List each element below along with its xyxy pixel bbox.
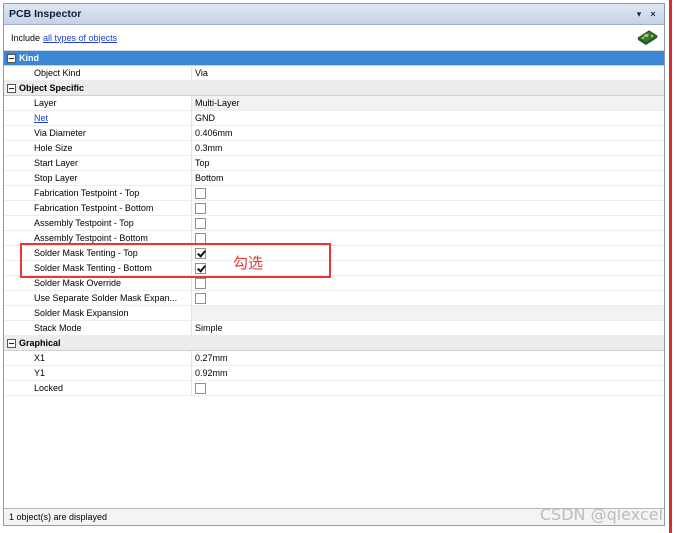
collapse-graphical-icon[interactable] <box>7 338 16 348</box>
property-value[interactable]: 0.3mm <box>192 141 664 155</box>
property-name: Solder Mask Override <box>4 276 192 290</box>
collapse-object-specific-icon[interactable] <box>7 83 16 93</box>
property-name: Fabrication Testpoint - Bottom <box>4 201 192 215</box>
property-value[interactable]: Bottom <box>192 171 664 185</box>
property-value[interactable]: 0.92mm <box>192 366 664 380</box>
property-row-locked[interactable]: Locked <box>4 381 664 396</box>
category-graphical[interactable]: Graphical <box>4 336 664 351</box>
property-value[interactable] <box>192 306 664 320</box>
property-row-fab-testpoint-bottom[interactable]: Fabrication Testpoint - Bottom <box>4 201 664 216</box>
asm-testpoint-bottom-checkbox[interactable] <box>195 232 206 244</box>
property-name: Solder Mask Tenting - Bottom <box>4 261 192 275</box>
property-value[interactable]: Top <box>192 156 664 170</box>
property-value[interactable]: Via <box>192 66 664 80</box>
include-all-types-link[interactable]: all types of objects <box>43 33 117 43</box>
panel-close-icon[interactable]: × <box>646 9 660 19</box>
property-row-solder-mask-tenting-top[interactable]: Solder Mask Tenting - Top <box>4 246 664 261</box>
property-row-separate-solder-mask[interactable]: Use Separate Solder Mask Expan... <box>4 291 664 306</box>
category-object-specific-label: Object Specific <box>19 83 85 93</box>
net-link[interactable]: Net <box>34 113 48 123</box>
pcb-inspector-panel: PCB Inspector ▾ × Include all types of o… <box>3 3 665 526</box>
property-value[interactable]: 0.27mm <box>192 351 664 365</box>
property-row-stop-layer[interactable]: Stop Layer Bottom <box>4 171 664 186</box>
property-name: Locked <box>4 381 192 395</box>
panel-menu-dropdown-icon[interactable]: ▾ <box>632 9 646 20</box>
fab-testpoint-bottom-checkbox[interactable] <box>195 202 206 214</box>
property-name: Object Kind <box>4 66 192 80</box>
property-name: Assembly Testpoint - Top <box>4 216 192 230</box>
panel-titlebar: PCB Inspector ▾ × <box>4 4 664 25</box>
property-name: Solder Mask Tenting - Top <box>4 246 192 260</box>
property-grid: Kind Object Kind Via Object Specific Lay… <box>4 51 664 396</box>
property-row-x1[interactable]: X1 0.27mm <box>4 351 664 366</box>
property-row-layer[interactable]: Layer Multi-Layer <box>4 96 664 111</box>
property-name: Use Separate Solder Mask Expan... <box>4 291 192 305</box>
solder-mask-tenting-top-checkbox[interactable] <box>195 247 206 259</box>
property-name: Layer <box>4 96 192 110</box>
category-kind[interactable]: Kind <box>4 51 664 66</box>
property-name: Solder Mask Expansion <box>4 306 192 320</box>
property-value[interactable]: Multi-Layer <box>192 96 664 110</box>
property-name: Stop Layer <box>4 171 192 185</box>
include-filter-bar: Include all types of objects <box>4 25 664 51</box>
property-row-via-diameter[interactable]: Via Diameter 0.406mm <box>4 126 664 141</box>
solder-mask-tenting-bottom-checkbox[interactable] <box>195 262 206 274</box>
property-value[interactable]: GND <box>192 111 664 125</box>
property-row-solder-mask-expansion[interactable]: Solder Mask Expansion <box>4 306 664 321</box>
property-row-y1[interactable]: Y1 0.92mm <box>4 366 664 381</box>
property-name: Start Layer <box>4 156 192 170</box>
property-row-hole-size[interactable]: Hole Size 0.3mm <box>4 141 664 156</box>
fab-testpoint-top-checkbox[interactable] <box>195 187 206 199</box>
property-name: Fabrication Testpoint - Top <box>4 186 192 200</box>
pcb-board-icon[interactable] <box>636 28 658 46</box>
category-graphical-label: Graphical <box>19 338 61 348</box>
property-value[interactable]: 0.406mm <box>192 126 664 140</box>
watermark-text: CSDN @qlexcel <box>539 505 663 524</box>
property-name: X1 <box>4 351 192 365</box>
asm-testpoint-top-checkbox[interactable] <box>195 217 206 229</box>
panel-title: PCB Inspector <box>9 8 82 20</box>
status-text: 1 object(s) are displayed <box>9 512 108 522</box>
property-row-stack-mode[interactable]: Stack Mode Simple <box>4 321 664 336</box>
property-row-solder-mask-override[interactable]: Solder Mask Override <box>4 276 664 291</box>
property-value[interactable]: Simple <box>192 321 664 335</box>
property-row-asm-testpoint-bottom[interactable]: Assembly Testpoint - Bottom <box>4 231 664 246</box>
solder-mask-override-checkbox[interactable] <box>195 277 206 289</box>
property-row-solder-mask-tenting-bottom[interactable]: Solder Mask Tenting - Bottom <box>4 261 664 276</box>
separate-solder-mask-checkbox[interactable] <box>195 292 206 304</box>
category-kind-label: Kind <box>19 53 39 63</box>
property-row-start-layer[interactable]: Start Layer Top <box>4 156 664 171</box>
property-name: Net <box>4 111 192 125</box>
property-row-asm-testpoint-top[interactable]: Assembly Testpoint - Top <box>4 216 664 231</box>
annotation-text: 勾选 <box>233 254 264 272</box>
red-border-edge <box>669 0 672 533</box>
property-name: Y1 <box>4 366 192 380</box>
locked-checkbox[interactable] <box>195 382 206 394</box>
property-row-fab-testpoint-top[interactable]: Fabrication Testpoint - Top <box>4 186 664 201</box>
property-name: Stack Mode <box>4 321 192 335</box>
category-object-specific[interactable]: Object Specific <box>4 81 664 96</box>
property-name: Via Diameter <box>4 126 192 140</box>
property-row-net[interactable]: Net GND <box>4 111 664 126</box>
property-row-object-kind[interactable]: Object Kind Via <box>4 66 664 81</box>
property-name: Hole Size <box>4 141 192 155</box>
property-name: Assembly Testpoint - Bottom <box>4 231 192 245</box>
collapse-kind-icon[interactable] <box>7 53 16 63</box>
include-label: Include <box>11 32 41 43</box>
